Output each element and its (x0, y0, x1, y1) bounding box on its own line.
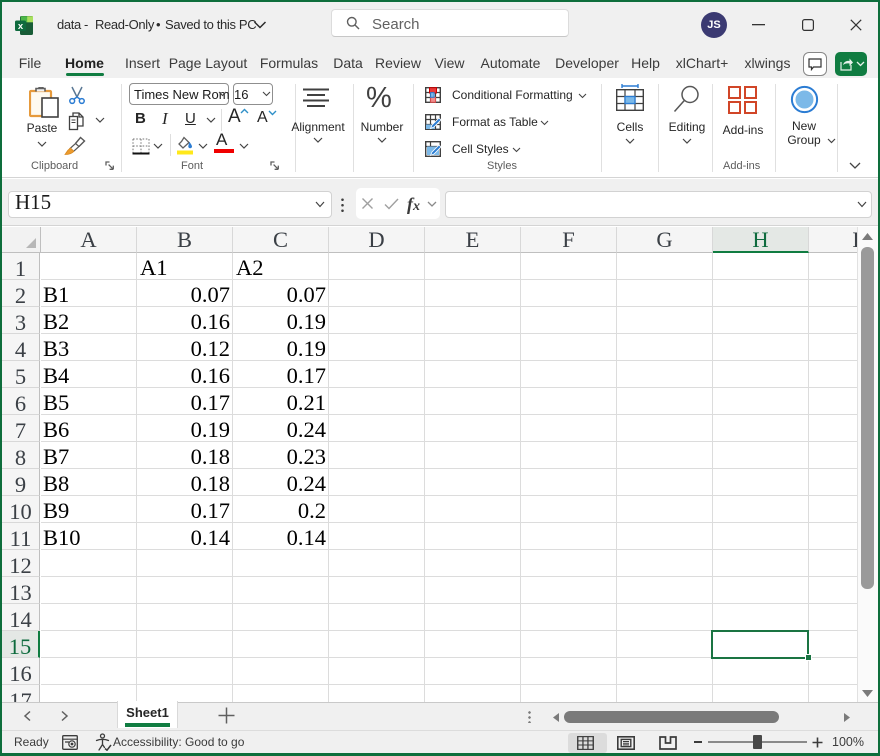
svg-text:x: x (18, 21, 24, 32)
